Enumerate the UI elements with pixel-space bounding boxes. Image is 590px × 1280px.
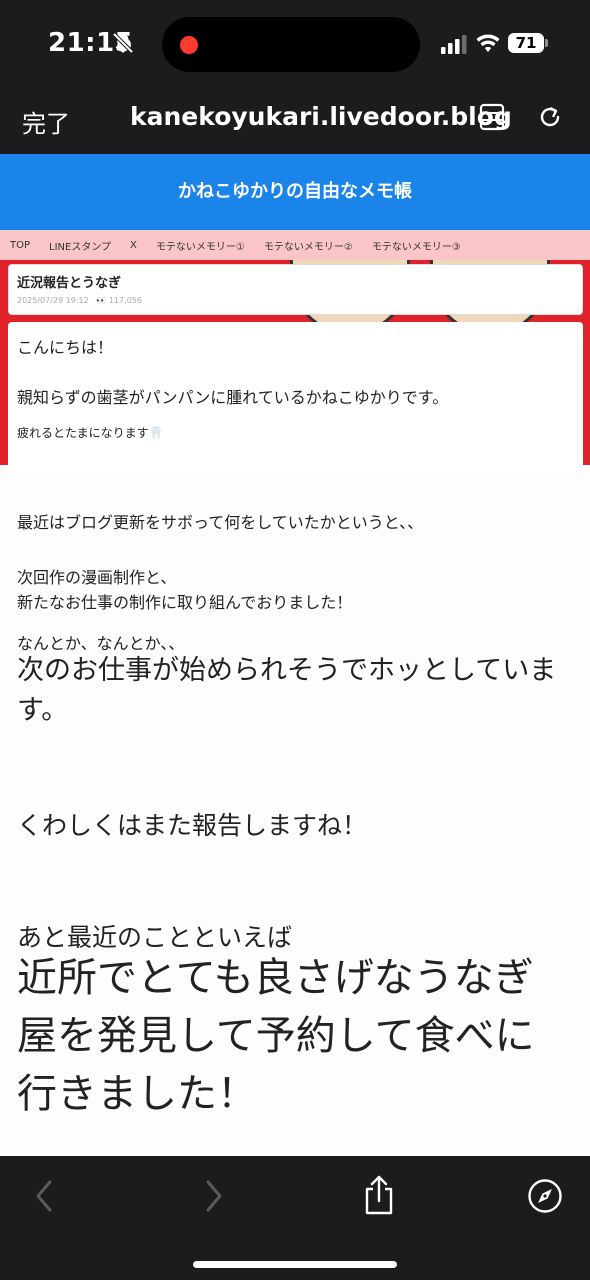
cellular-signal-icon [441,35,467,54]
body-line: 親知らずの歯茎がパンパンに腫れているかねこゆかりです。 [17,388,449,407]
nav-item-top[interactable]: TOP [10,240,30,251]
body-line-xlarge: 近所でとても良さげなうなぎ [17,955,534,1001]
post-views: 117,056 [108,296,142,305]
body-line-xlarge: 行きました！ [17,1071,257,1117]
nav-item-memory-2[interactable]: モテないメモリー② [264,238,353,253]
recording-indicator-icon [180,36,198,54]
post-header-card: 近況報告とうなぎ 2025/07/29 19:12 👀 117,056 [8,264,583,315]
url-display[interactable]: kanekoyukari.livedoor.blog [130,102,512,131]
home-indicator [193,1261,397,1268]
back-chevron-icon[interactable] [32,1178,56,1214]
web-page: かねこゆかりの自由なメモ帳 TOP LINEスタンプ X モテないメモリー① モ… [0,154,590,1156]
body-line: 疲れるとたまになります🦷 [17,426,164,440]
blog-title[interactable]: かねこゆかりの自由なメモ帳 [0,154,590,230]
body-line: 次回作の漫画制作と、 [17,568,177,587]
wifi-icon [476,34,500,52]
browser-toolbar [0,1156,590,1280]
battery-tip [545,39,548,47]
nav-item-line-stamp[interactable]: LINEスタンプ [49,238,111,253]
body-line: 新たなお仕事の制作に取り組んでおりました！ [17,593,353,612]
nav-item-memory-3[interactable]: モテないメモリー③ [372,238,461,253]
post-meta: 2025/07/29 19:12 👀 117,056 [17,296,142,305]
body-line: 最近はブログ更新をサボって何をしていたかというと、、 [17,513,424,532]
views-icon: 👀 [96,296,107,305]
bell-muted-icon [112,32,134,54]
post-title[interactable]: 近況報告とうなぎ [17,272,121,291]
reload-icon[interactable] [536,103,564,131]
body-line-large: 次のお仕事が始められそうでホッとしていま [17,655,557,686]
post-date: 2025/07/29 19:12 [17,296,89,305]
dynamic-island [162,17,420,72]
browser-address-bar: 完了 kanekoyukari.livedoor.blog [0,88,590,154]
body-line-xlarge: 屋を発見して予約して食べに [17,1013,535,1059]
done-button[interactable]: 完了 [22,104,70,139]
share-icon[interactable] [362,1174,396,1216]
body-greeting: こんにちは！ [17,338,114,357]
battery-indicator: 71 [508,33,544,53]
body-line-large: す。 [17,695,69,726]
body-line: くわしくはまた報告しますね！ [17,811,368,840]
blog-nav: TOP LINEスタンプ X モテないメモリー① モテないメモリー② モテないメ… [0,230,590,260]
compass-icon[interactable] [527,1178,563,1214]
nav-item-x[interactable]: X [130,240,137,251]
forward-chevron-icon[interactable] [202,1178,226,1214]
nav-item-memory-1[interactable]: モテないメモリー① [156,238,245,253]
status-bar: 21:15 71 [0,0,590,88]
reader-mode-icon[interactable] [478,102,506,132]
